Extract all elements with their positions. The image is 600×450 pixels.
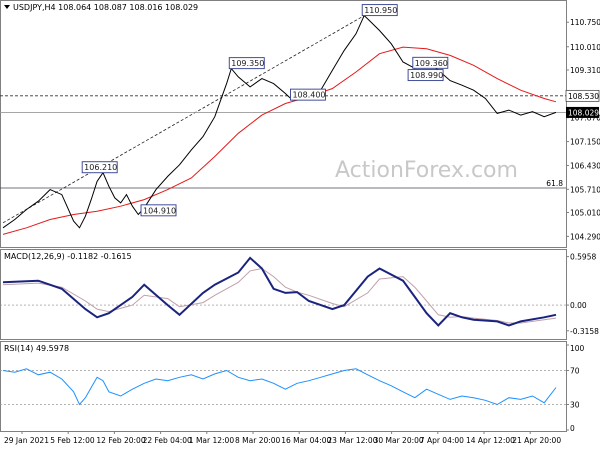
x-tick-label: 14 Apr 12:00 [466, 436, 515, 445]
price-y-tick-label: 106.430 [570, 161, 600, 170]
price-y-tick-label: 105.710 [570, 185, 600, 194]
x-tick-label: 1 Mar 12:00 [189, 436, 235, 445]
x-tick-label: 29 Jan 2021 [4, 436, 49, 445]
macd-y-tick-label: 0.5958 [570, 253, 596, 262]
x-tick-label: 30 Mar 20:00 [374, 436, 424, 445]
rsi-title: RSI(14) 49.5978 [4, 344, 69, 353]
price-label: 109.360 [415, 59, 448, 68]
macd-y-tick-label: -0.3158 [570, 327, 599, 336]
x-tick-label: 5 Feb 12:00 [50, 436, 95, 445]
price-y-tick-label: 105.010 [570, 209, 600, 218]
price-label: 110.950 [364, 6, 397, 15]
price-title: USDJPY,H4 108.064 108.087 108.016 108.02… [13, 3, 198, 12]
rsi-y-tick-label: 0 [570, 424, 575, 433]
price-label: 109.350 [231, 59, 264, 68]
rsi-y-tick-label: 100 [570, 344, 585, 353]
x-tick-label: 23 Mar 12:00 [327, 436, 377, 445]
price-y-tick-label: 110.010 [570, 43, 600, 52]
x-tick-label: 21 Apr 20:00 [512, 436, 561, 445]
x-tick-label: 8 Mar 20:00 [235, 436, 281, 445]
price-label: 108.400 [292, 91, 325, 100]
price-y-tick-label: 104.290 [570, 232, 600, 241]
price-label: 108.990 [410, 71, 443, 80]
price-label: 104.910 [143, 206, 176, 215]
x-tick-label: 12 Feb 20:00 [96, 436, 145, 445]
x-tick-label: 7 Apr 04:00 [420, 436, 464, 445]
level-label: 108.530 [568, 92, 599, 101]
price-label: 106.210 [84, 163, 117, 172]
macd-title: MACD(12,26,9) -0.1182 -0.1615 [4, 252, 132, 261]
rsi-y-tick-label: 30 [570, 401, 580, 410]
fibonacci-label: 61.8 [546, 179, 563, 188]
watermark: ActionForex.com [335, 158, 518, 183]
x-tick-label: 16 Mar 04:00 [281, 436, 331, 445]
current-price-label: 108.029 [568, 108, 599, 117]
macd-y-tick-label: 0.00 [570, 301, 587, 310]
x-tick-label: 22 Feb 04:00 [143, 436, 192, 445]
price-y-tick-label: 107.150 [570, 138, 600, 147]
price-y-tick-label: 109.310 [570, 66, 600, 75]
usdjpy-chart: ActionForex.com 110.950 109.350 106.210 108… [0, 0, 600, 450]
rsi-y-tick-label: 70 [570, 367, 580, 376]
price-y-tick-label: 110.750 [570, 18, 600, 27]
